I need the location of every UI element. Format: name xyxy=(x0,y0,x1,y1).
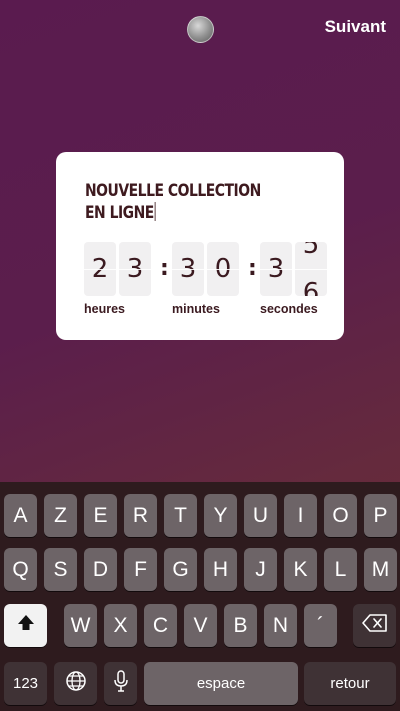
key-p[interactable]: P xyxy=(364,494,397,537)
backspace-key[interactable] xyxy=(353,604,396,647)
globe-icon xyxy=(65,670,87,698)
key-g[interactable]: G xyxy=(164,548,197,591)
key-k[interactable]: K xyxy=(284,548,317,591)
dictation-key[interactable] xyxy=(104,662,137,705)
countdown-sticker[interactable]: NOUVELLE COLLECTION EN LIGNE 2 3 : 3 0 :… xyxy=(56,152,344,340)
rolling-digit-incoming: 6 xyxy=(302,278,320,296)
key-i[interactable]: I xyxy=(284,494,317,537)
key-m[interactable]: M xyxy=(364,548,397,591)
hours-label: heures xyxy=(84,302,125,316)
backspace-icon xyxy=(361,613,388,638)
key-a[interactable]: A xyxy=(4,494,37,537)
hours-ones-digit: 3 xyxy=(119,242,151,296)
key-o[interactable]: O xyxy=(324,494,357,537)
shift-key[interactable] xyxy=(4,604,47,647)
key-q[interactable]: Q xyxy=(4,548,37,591)
seconds-tens-digit: 3 xyxy=(260,242,292,296)
globe-key[interactable] xyxy=(54,662,97,705)
top-bar: Suivant xyxy=(0,0,400,60)
profile-avatar[interactable] xyxy=(187,16,214,43)
key-h[interactable]: H xyxy=(204,548,237,591)
key-x[interactable]: X xyxy=(104,604,137,647)
key-c[interactable]: C xyxy=(144,604,177,647)
microphone-icon xyxy=(113,669,128,698)
key-acute-accent[interactable]: ´ xyxy=(304,604,337,647)
key-u[interactable]: U xyxy=(244,494,277,537)
key-y[interactable]: Y xyxy=(204,494,237,537)
key-t[interactable]: T xyxy=(164,494,197,537)
key-n[interactable]: N xyxy=(264,604,297,647)
key-z[interactable]: Z xyxy=(44,494,77,537)
minutes-label: minutes xyxy=(172,302,220,316)
seconds-label: secondes xyxy=(260,302,318,316)
key-w[interactable]: W xyxy=(64,604,97,647)
shift-icon xyxy=(16,613,36,639)
hours-tens-digit: 2 xyxy=(84,242,116,296)
key-j[interactable]: J xyxy=(244,548,277,591)
key-v[interactable]: V xyxy=(184,604,217,647)
return-key[interactable]: retour xyxy=(304,662,396,705)
key-l[interactable]: L xyxy=(324,548,357,591)
colon-separator: : xyxy=(248,256,257,281)
next-button[interactable]: Suivant xyxy=(325,17,386,37)
numbers-key[interactable]: 123 xyxy=(4,662,47,705)
keyboard: A Z E R T Y U I O P Q S D F G H J K L M … xyxy=(0,482,400,711)
key-e[interactable]: E xyxy=(84,494,117,537)
countdown-title-field[interactable]: NOUVELLE COLLECTION EN LIGNE xyxy=(85,180,282,224)
text-caret xyxy=(154,202,156,221)
rolling-digit-outgoing: 5 xyxy=(302,242,320,260)
key-s[interactable]: S xyxy=(44,548,77,591)
key-d[interactable]: D xyxy=(84,548,117,591)
key-b[interactable]: B xyxy=(224,604,257,647)
space-key[interactable]: espace xyxy=(144,662,298,705)
minutes-tens-digit: 3 xyxy=(172,242,204,296)
countdown-title-text: NOUVELLE COLLECTION EN LIGNE xyxy=(85,181,261,223)
minutes-ones-digit: 0 xyxy=(207,242,239,296)
key-r[interactable]: R xyxy=(124,494,157,537)
seconds-ones-digit-rolling: 5 6 xyxy=(295,242,327,296)
colon-separator: : xyxy=(160,256,169,281)
key-f[interactable]: F xyxy=(124,548,157,591)
